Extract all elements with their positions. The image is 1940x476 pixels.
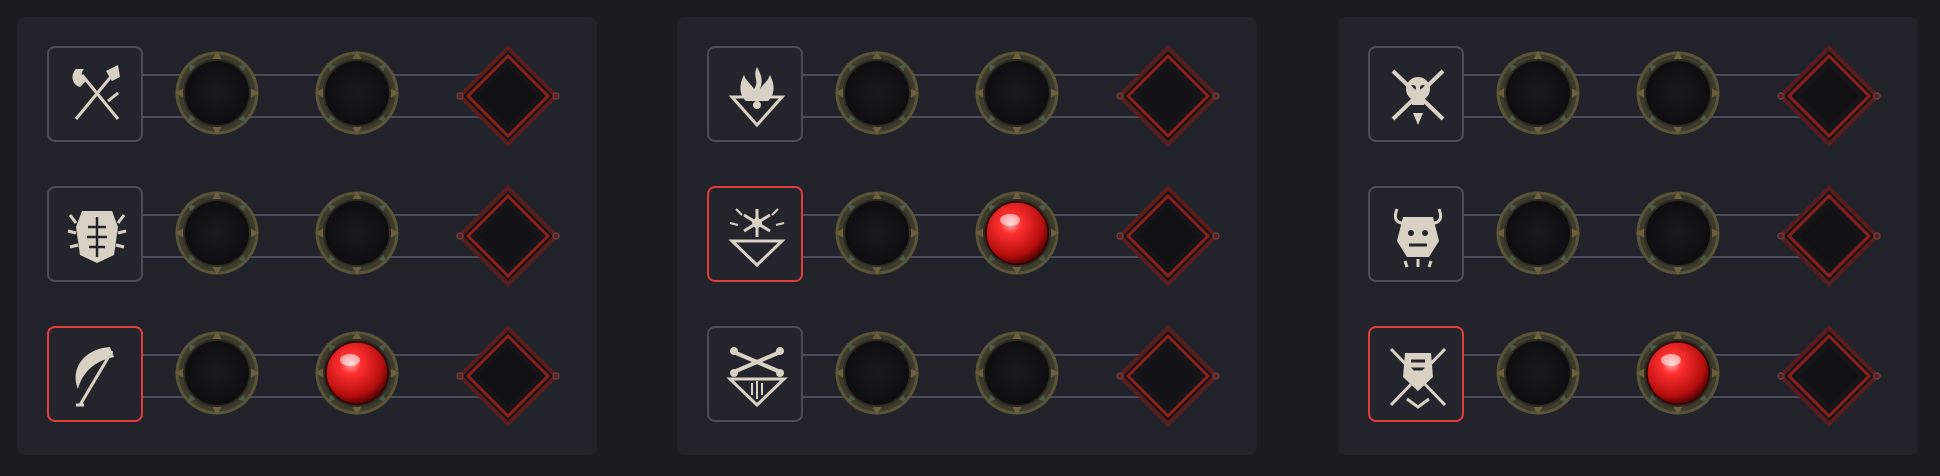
legendary-node-diamond[interactable] bbox=[456, 44, 560, 148]
skill-row bbox=[1338, 324, 1918, 428]
legendary-node-diamond[interactable] bbox=[1777, 324, 1881, 428]
skill-node-button[interactable] bbox=[1368, 326, 1464, 422]
skill-node-button[interactable] bbox=[1368, 46, 1464, 142]
skill-row bbox=[677, 324, 1257, 428]
skill-row bbox=[17, 44, 597, 148]
empty-gem-socket[interactable] bbox=[832, 328, 922, 418]
filled-gem-socket[interactable] bbox=[312, 328, 402, 418]
skill-row bbox=[1338, 184, 1918, 288]
skill-node-button[interactable] bbox=[707, 46, 803, 142]
empty-gem-socket[interactable] bbox=[832, 48, 922, 138]
empty-gem-socket[interactable] bbox=[1493, 48, 1583, 138]
empty-gem-socket[interactable] bbox=[1633, 48, 1723, 138]
empty-gem-socket[interactable] bbox=[972, 328, 1062, 418]
skill-row bbox=[17, 324, 597, 428]
legendary-node-diamond[interactable] bbox=[1777, 44, 1881, 148]
skill-node-button[interactable] bbox=[707, 326, 803, 422]
skill-row bbox=[677, 44, 1257, 148]
legendary-node-diamond[interactable] bbox=[456, 324, 560, 428]
empty-gem-socket[interactable] bbox=[172, 188, 262, 278]
skill-node-button[interactable] bbox=[707, 186, 803, 282]
skill-node-button[interactable] bbox=[47, 46, 143, 142]
skill-branch-panel bbox=[17, 17, 597, 455]
legendary-node-diamond[interactable] bbox=[456, 184, 560, 288]
empty-gem-socket[interactable] bbox=[312, 188, 402, 278]
empty-gem-socket[interactable] bbox=[172, 48, 262, 138]
empty-gem-socket[interactable] bbox=[972, 48, 1062, 138]
empty-gem-socket[interactable] bbox=[1633, 188, 1723, 278]
skill-node-button[interactable] bbox=[1368, 186, 1464, 282]
legendary-node-diamond[interactable] bbox=[1777, 184, 1881, 288]
skill-node-button[interactable] bbox=[47, 186, 143, 282]
skill-row bbox=[677, 184, 1257, 288]
filled-gem-socket[interactable] bbox=[972, 188, 1062, 278]
filled-gem-socket[interactable] bbox=[1633, 328, 1723, 418]
empty-gem-socket[interactable] bbox=[1493, 188, 1583, 278]
legendary-node-diamond[interactable] bbox=[1116, 44, 1220, 148]
skill-node-button[interactable] bbox=[47, 326, 143, 422]
legendary-node-diamond[interactable] bbox=[1116, 324, 1220, 428]
skill-branch-panel bbox=[1338, 17, 1918, 455]
empty-gem-socket[interactable] bbox=[172, 328, 262, 418]
empty-gem-socket[interactable] bbox=[1493, 328, 1583, 418]
empty-gem-socket[interactable] bbox=[312, 48, 402, 138]
skill-row bbox=[1338, 44, 1918, 148]
legendary-node-diamond[interactable] bbox=[1116, 184, 1220, 288]
skill-row bbox=[17, 184, 597, 288]
skill-branch-panel bbox=[677, 17, 1257, 455]
empty-gem-socket[interactable] bbox=[832, 188, 922, 278]
